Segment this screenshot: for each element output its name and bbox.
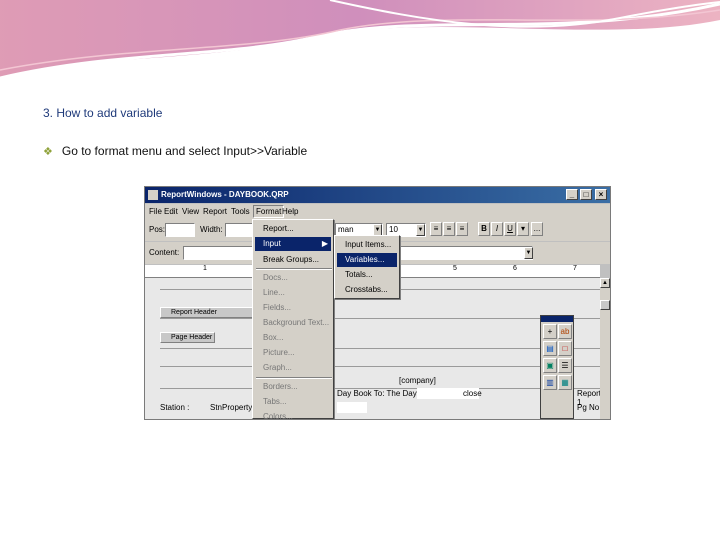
diamond-bullet-icon: ❖ bbox=[43, 146, 53, 158]
band-divider bbox=[160, 318, 600, 319]
menu-view[interactable]: View bbox=[182, 207, 199, 216]
menu-item-background-text[interactable]: Background Text... bbox=[255, 316, 331, 330]
station-label: Station : bbox=[160, 403, 190, 412]
menu-item-input-items[interactable]: Input Items... bbox=[337, 238, 397, 252]
chevron-down-icon[interactable]: ▼ bbox=[524, 247, 533, 259]
crosshair-icon[interactable]: + bbox=[543, 324, 557, 339]
bullet-text: Go to format menu and select Input>>Vari… bbox=[61, 144, 308, 158]
box-icon[interactable]: □ bbox=[558, 341, 572, 356]
report-header-band[interactable]: Report Header bbox=[160, 307, 255, 318]
menu-item-totals[interactable]: Totals... bbox=[337, 268, 397, 282]
menu-tools[interactable]: Tools bbox=[231, 207, 250, 216]
chevron-down-icon[interactable]: ▾ bbox=[517, 222, 529, 236]
menu-help[interactable]: Help bbox=[282, 207, 298, 216]
menu-item-variables[interactable]: Variables... bbox=[337, 253, 397, 267]
menu-item-break-groups[interactable]: Break Groups... bbox=[255, 253, 331, 267]
menu-item-input-label: Input bbox=[263, 239, 281, 248]
underline-button[interactable]: U bbox=[504, 222, 516, 236]
title-bar: ReportWindows - DAYBOOK.QRP _ □ × bbox=[145, 187, 610, 203]
menu-separator bbox=[256, 377, 332, 379]
align-left-icon[interactable]: ≡ bbox=[430, 222, 442, 236]
scroll-up-icon[interactable]: ▲ bbox=[600, 278, 610, 288]
chevron-down-icon[interactable]: ▼ bbox=[416, 224, 425, 236]
scroll-thumb[interactable] bbox=[600, 300, 610, 310]
band-divider bbox=[160, 348, 600, 349]
close-button[interactable]: × bbox=[595, 189, 607, 200]
width-label: Width: bbox=[200, 225, 223, 234]
tool-palette: + ab ▤ □ ▣ ☰ ▥ ▦ bbox=[540, 315, 574, 419]
daybook-field[interactable]: Day Book To: The Day bbox=[337, 389, 417, 398]
slide-heading: 3. How to add variable bbox=[43, 106, 163, 120]
palette-title-bar bbox=[541, 316, 573, 322]
menu-item-graph[interactable]: Graph... bbox=[255, 361, 331, 375]
menu-file[interactable]: File bbox=[149, 207, 162, 216]
report-canvas[interactable]: Report Header Page Header [company] Day … bbox=[145, 278, 601, 419]
ruler-number: 5 bbox=[453, 265, 457, 272]
ruler-number: 7 bbox=[573, 265, 577, 272]
align-right-icon[interactable]: ≡ bbox=[456, 222, 468, 236]
picture-icon[interactable]: ▣ bbox=[543, 358, 557, 373]
maximize-button[interactable]: □ bbox=[580, 189, 592, 200]
menu-item-picture[interactable]: Picture... bbox=[255, 346, 331, 360]
menu-item-colors[interactable]: Colors... bbox=[255, 410, 331, 419]
menu-item-report[interactable]: Report... bbox=[255, 222, 331, 236]
input-submenu: Input Items... Variables... Totals... Cr… bbox=[334, 235, 400, 299]
bullet-item: ❖ Go to format menu and select Input>>Var… bbox=[43, 144, 307, 158]
menu-item-fields[interactable]: Fields... bbox=[255, 301, 331, 315]
screenshot-window: ReportWindows - DAYBOOK.QRP _ □ × File E… bbox=[145, 187, 610, 419]
menu-format[interactable]: Format bbox=[253, 205, 285, 218]
menu-item-input[interactable]: Input ▶ bbox=[255, 237, 331, 251]
band-divider bbox=[160, 366, 600, 367]
menu-edit[interactable]: Edit bbox=[164, 207, 178, 216]
menu-item-tabs[interactable]: Tabs... bbox=[255, 395, 331, 409]
app-icon bbox=[148, 190, 158, 200]
page-header-band[interactable]: Page Header bbox=[160, 332, 215, 343]
menu-item-docs[interactable]: Docs... bbox=[255, 271, 331, 285]
decorative-banner bbox=[0, 0, 720, 80]
station-field[interactable]: StnProperty bbox=[210, 403, 252, 412]
company-field[interactable]: [company] bbox=[399, 376, 436, 385]
label-icon[interactable]: ab bbox=[558, 324, 572, 339]
list-icon[interactable]: ☰ bbox=[558, 358, 572, 373]
ruler-number: 6 bbox=[513, 265, 517, 272]
minimize-button[interactable]: _ bbox=[566, 189, 578, 200]
menu-item-line[interactable]: Line... bbox=[255, 286, 331, 300]
ruler-number: 1 bbox=[203, 265, 207, 272]
more-button[interactable]: ... bbox=[531, 222, 543, 236]
menu-bar: File Edit View Report Tools Format Help bbox=[145, 204, 610, 219]
italic-button[interactable]: I bbox=[491, 222, 503, 236]
submenu-arrow-icon: ▶ bbox=[321, 239, 328, 248]
page-number-field[interactable]: Pg No bbox=[577, 403, 599, 412]
window-title: ReportWindows - DAYBOOK.QRP bbox=[161, 190, 289, 199]
format-menu: Report... Input ▶ Break Groups... Docs..… bbox=[252, 219, 334, 419]
chart-icon[interactable]: ▥ bbox=[543, 375, 557, 390]
bold-button[interactable]: B bbox=[478, 222, 490, 236]
field-icon[interactable]: ▤ bbox=[543, 341, 557, 356]
blank-field bbox=[337, 402, 367, 413]
menu-separator bbox=[256, 268, 332, 270]
width-field[interactable] bbox=[225, 223, 255, 237]
pos-field[interactable] bbox=[165, 223, 195, 237]
pos-label: Pos: bbox=[149, 225, 166, 234]
table-icon[interactable]: ▦ bbox=[558, 375, 572, 390]
menu-report[interactable]: Report bbox=[203, 207, 227, 216]
menu-item-crosstabs[interactable]: Crosstabs... bbox=[337, 283, 397, 297]
close-field[interactable]: close bbox=[463, 389, 482, 398]
vertical-scrollbar[interactable]: ▲ bbox=[600, 278, 610, 419]
menu-item-borders[interactable]: Borders... bbox=[255, 380, 331, 394]
align-center-icon[interactable]: ≡ bbox=[443, 222, 455, 236]
menu-item-box[interactable]: Box... bbox=[255, 331, 331, 345]
content-label: Content: bbox=[149, 248, 180, 257]
